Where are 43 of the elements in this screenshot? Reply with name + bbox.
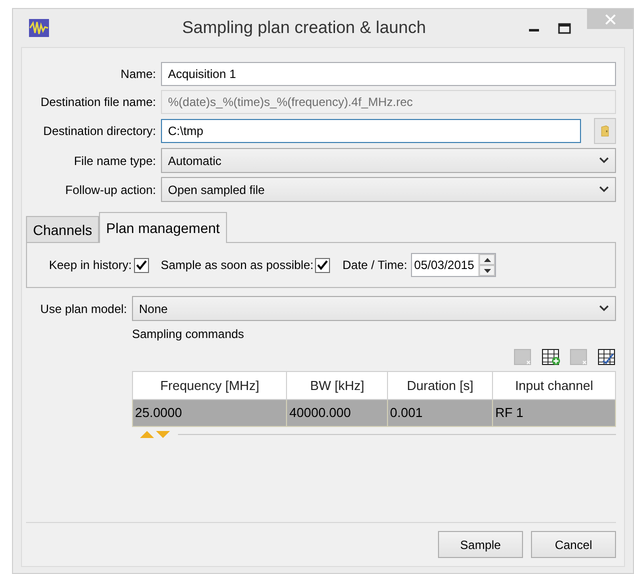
dropdown[interactable]: Automatic — [161, 148, 616, 173]
checkbox-label: Keep in history: — [49, 257, 132, 274]
input-field[interactable]: C:\tmp — [161, 119, 581, 143]
caret-icon — [599, 186, 609, 193]
dialog-button[interactable]: Cancel — [531, 531, 616, 558]
tab[interactable]: Channels — [26, 216, 100, 242]
caret-icon — [599, 157, 609, 164]
table-cell: 0.001 — [388, 400, 493, 426]
date-time-field[interactable]: 05/03/2015 — [411, 253, 496, 277]
checkbox-label: Sample as soon as possible: — [160, 257, 314, 274]
dropdown[interactable]: None — [132, 296, 616, 321]
app-logo-icon — [29, 19, 49, 37]
up-arrow-icon — [484, 258, 491, 262]
table-cell: 25.0000 — [132, 400, 287, 426]
field-label: Use plan model: — [39, 300, 127, 318]
maximize-icon — [558, 22, 570, 34]
column-header[interactable]: Input channel — [492, 372, 616, 400]
section-title: Sampling commands — [132, 326, 246, 343]
input-field[interactable]: Acquisition 1 — [161, 62, 616, 86]
column-header[interactable]: Duration [s] — [388, 372, 493, 400]
dropdown[interactable]: Open sampled file — [161, 177, 616, 202]
field-label: Follow-up action: — [64, 182, 156, 198]
spin-down-button[interactable] — [479, 265, 496, 276]
caret-icon — [599, 305, 609, 312]
field-label: Name: — [120, 66, 156, 83]
field-label: File name type: — [72, 152, 156, 170]
column-header[interactable]: Frequency [MHz] — [132, 372, 287, 400]
tab[interactable]: Plan management — [99, 212, 227, 243]
edit-table-icon[interactable] — [598, 349, 616, 365]
field-label: Destination file name: — [40, 94, 156, 111]
checkbox[interactable] — [315, 258, 330, 272]
checkbox[interactable] — [134, 258, 149, 272]
table-cell: 40000.000 — [286, 400, 388, 426]
date-time-label: Date / Time: — [342, 257, 408, 274]
dialog-button[interactable]: Sample — [438, 531, 523, 558]
field-label: Destination directory: — [42, 123, 156, 140]
close-icon — [604, 14, 616, 24]
spin-up-button[interactable] — [479, 254, 496, 265]
add-row-icon[interactable] — [542, 349, 560, 365]
down-arrow-icon — [484, 268, 491, 272]
table-cell: RF 1 — [492, 400, 616, 426]
column-header[interactable]: BW [kHz] — [286, 372, 388, 400]
window-title: Sampling plan creation & launch — [181, 17, 427, 40]
